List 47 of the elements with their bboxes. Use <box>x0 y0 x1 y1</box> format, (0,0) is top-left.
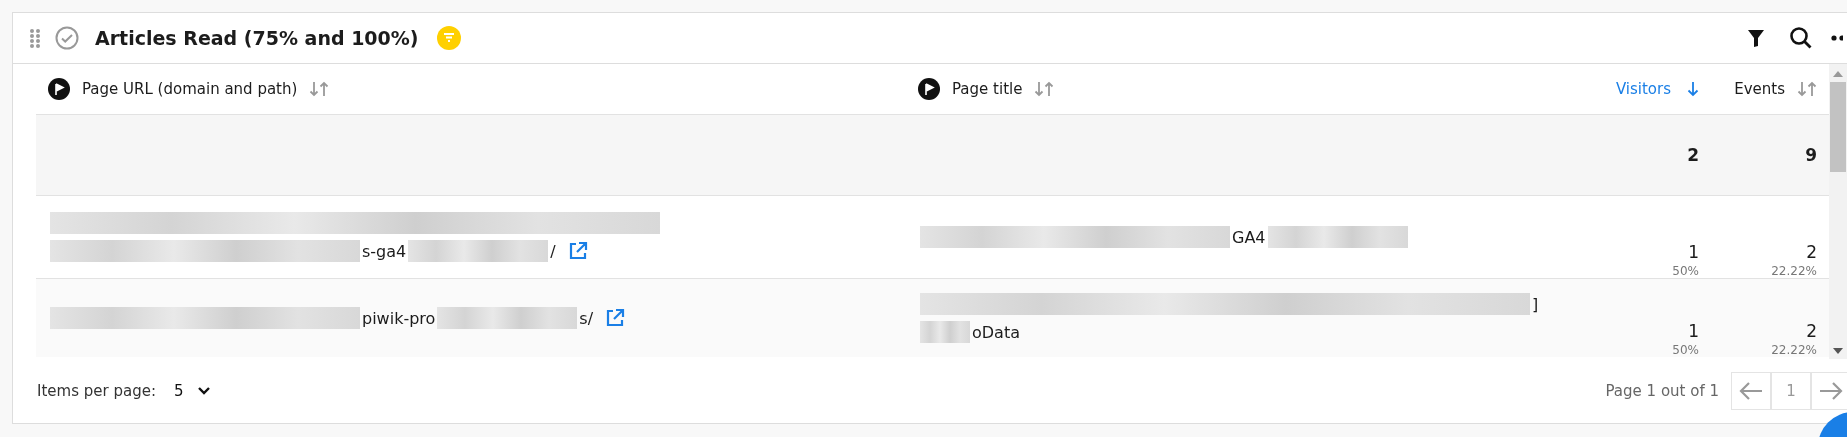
filter-icon[interactable] <box>1747 28 1765 48</box>
check-circle-icon <box>55 26 79 50</box>
redacted-text <box>920 321 970 343</box>
search-icon[interactable] <box>1789 26 1813 50</box>
visitors-share: 50% <box>1672 343 1699 357</box>
next-page-button[interactable] <box>1811 372 1847 410</box>
events-value: 2 <box>1806 242 1817 262</box>
sort-icon[interactable] <box>1034 81 1055 97</box>
visitors-value: 1 <box>1688 321 1699 341</box>
chevron-down-icon <box>197 386 212 396</box>
url-text: piwik-pro <box>362 308 436 328</box>
visitors-value: 1 <box>1688 242 1699 262</box>
sort-down-icon[interactable] <box>1687 81 1699 97</box>
url-text: / <box>550 241 556 261</box>
sort-icon[interactable] <box>309 81 330 97</box>
url-text: s/ <box>579 308 594 328</box>
page-info: Page 1 out of 1 <box>1605 382 1719 400</box>
total-value: 2 <box>1687 145 1699 165</box>
scroll-up-icon[interactable] <box>1833 70 1843 78</box>
flag-icon <box>918 78 940 100</box>
events-share: 22.22% <box>1771 343 1817 357</box>
scrollbar[interactable] <box>1829 64 1847 359</box>
external-link-icon[interactable] <box>605 308 626 328</box>
title-text: ] <box>1532 294 1539 314</box>
column-header[interactable]: Page title <box>952 80 1023 98</box>
widget-title: Articles Read (75% and 100%) <box>95 27 419 49</box>
arrow-right-icon <box>1818 381 1844 401</box>
scroll-down-icon[interactable] <box>1833 347 1843 355</box>
total-value: 9 <box>1805 145 1817 165</box>
drag-handle-icon[interactable] <box>29 28 41 48</box>
flag-icon <box>48 78 70 100</box>
column-header[interactable]: Visitors <box>1615 80 1671 98</box>
more-icon[interactable] <box>1831 34 1843 42</box>
title-text: GA4 <box>1232 227 1266 247</box>
external-link-icon[interactable] <box>567 241 588 261</box>
column-header[interactable]: Page URL (domain and path) <box>82 80 298 98</box>
url-text: s-ga4 <box>362 241 407 261</box>
events-share: 22.22% <box>1771 264 1817 278</box>
title-text: oData <box>972 322 1020 342</box>
items-per-page-label: Items per page: <box>37 382 156 400</box>
items-per-page-select[interactable]: 5 <box>173 382 212 400</box>
column-header[interactable]: Events <box>1734 80 1785 98</box>
arrow-left-icon <box>1738 381 1764 401</box>
events-value: 2 <box>1806 321 1817 341</box>
sort-icon[interactable] <box>1797 81 1817 97</box>
visitors-share: 50% <box>1672 264 1699 278</box>
previous-page-button[interactable] <box>1731 372 1771 410</box>
